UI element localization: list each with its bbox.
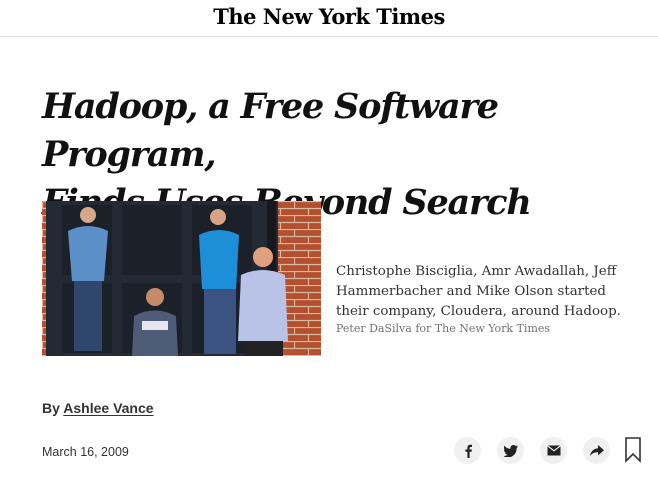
twitter-icon	[503, 444, 518, 457]
facebook-icon	[464, 444, 472, 458]
share-arrow-icon	[589, 444, 604, 456]
publish-date: March 16, 2009	[42, 445, 129, 459]
twitter-share-button[interactable]	[497, 437, 524, 464]
byline: By Ashlee Vance	[42, 400, 154, 416]
headline-line-1: Hadoop, a Free Software Program,	[42, 86, 499, 175]
byline-prefix: By	[42, 400, 60, 416]
photo-credit: Peter DaSilva for The New York Times	[336, 322, 551, 335]
bookmark-icon[interactable]	[624, 437, 642, 463]
masthead: The New York Times	[0, 0, 658, 37]
article-photo	[42, 201, 321, 356]
photo-caption: Christophe Bisciglia, Amr Awadallah, Jef…	[336, 264, 621, 319]
author-link[interactable]: Ashlee Vance	[63, 400, 153, 416]
facebook-share-button[interactable]	[454, 437, 481, 464]
nyt-logo[interactable]: The New York Times	[0, 4, 658, 29]
more-share-button[interactable]	[583, 437, 610, 464]
email-icon	[546, 445, 561, 456]
email-share-button[interactable]	[540, 437, 567, 464]
